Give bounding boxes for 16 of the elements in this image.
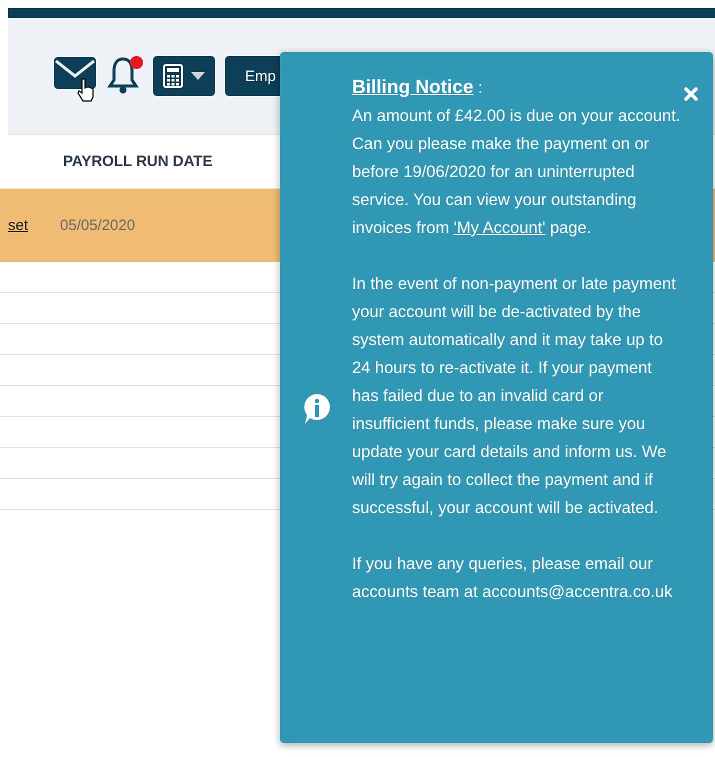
table-cell: 05/05/2020 <box>60 217 136 234</box>
title-colon: : <box>476 78 483 99</box>
notice-paragraph: If you have any queries, please email our accounts team at accounts@accentra.co.uk <box>352 554 674 603</box>
caret-icon <box>191 72 205 80</box>
column-header: PAYROLL RUN DATE <box>63 153 212 170</box>
info-icon <box>302 392 332 424</box>
bell-icon[interactable] <box>107 56 139 94</box>
notice-paragraph: In the event of non-payment or late payment your account will be de-activated by the system automatically and it may take up to 24 hours to re-activate it. If your payment has failed due to an invalid card or insufficient funds, please make sure you update your card details and inform us. We will try again to collect the payment and if successful, your account will be activated. <box>352 274 677 519</box>
mail-icon[interactable] <box>53 56 97 90</box>
notice-paragraph: An amount of £42.00 is due on your account. Can you please make the payment on or before 19/06/2020 for an uninterrupted service. You can view your outstanding invoices from 'My Account' page. <box>352 106 682 239</box>
close-icon[interactable] <box>683 86 699 102</box>
notice-title: Billing Notice <box>352 76 474 100</box>
hand-cursor-icon <box>77 78 95 102</box>
calculator-icon <box>163 64 183 88</box>
calculator-dropdown[interactable] <box>153 56 215 96</box>
table-link[interactable]: set <box>8 217 28 234</box>
